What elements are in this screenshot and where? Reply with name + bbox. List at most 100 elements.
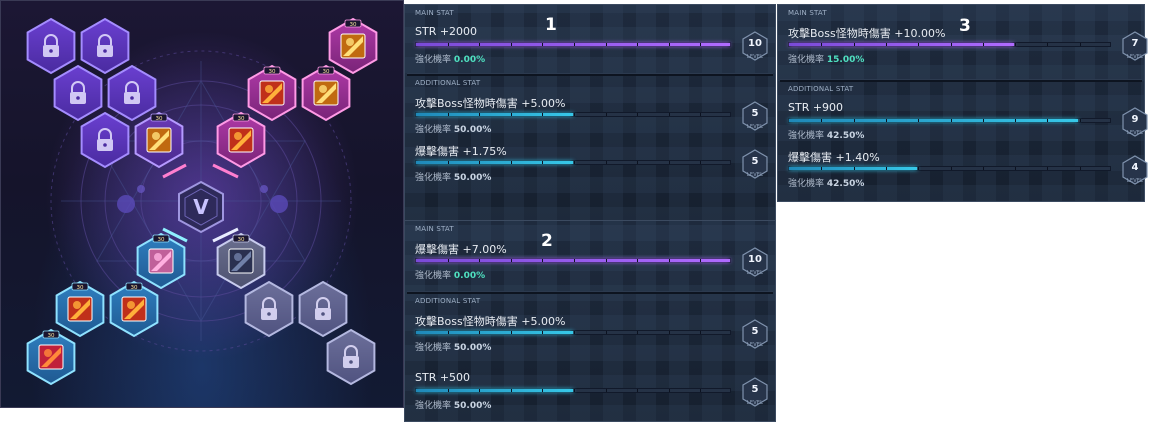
stat-row: STR +500 強化機率 50.00% 5 LEVEL [405,371,775,423]
progress-bar [788,118,1111,123]
rate-value: 42.50% [826,179,865,189]
svg-text:V: V [193,195,209,219]
level-word: LEVEL [746,172,764,178]
progress-fill [416,113,573,116]
level-indicator: 5 LEVEL [742,377,768,407]
rate-value: 50.00% [453,401,492,411]
progress-fill [416,259,730,262]
level-badge: 30 [152,234,170,243]
stat-row: 攻擊Boss怪物時傷害 +5.00% 強化機率 50.00% 5 LEVEL [405,95,775,147]
stat-row: STR +2000 強化機率 0.00% 10 LEVEL [405,25,775,77]
level-word: LEVEL [1126,54,1144,60]
additional-stat-label: ADDITIONAL STAT [415,79,481,87]
rate-label: 強化機率 [415,125,452,135]
stat-panel-2: MAIN STAT 爆擊傷害 +7.00% 強化機率 0.00% 10 LEVEL… [404,220,776,422]
rate-value: 15.00% [826,55,865,65]
rate-value: 50.00% [453,343,492,353]
skill-hex-node[interactable]: 30 [210,109,272,171]
skill-icon [146,127,172,153]
rate-label: 強化機率 [415,271,452,281]
level-number: 10 [748,38,762,49]
section-divider [780,79,1142,82]
stat-row: 爆擊傷害 +1.75% 強化機率 50.00% 5 LEVEL [405,143,775,195]
level-indicator: 4 LEVEL [1122,155,1148,185]
skill-icon [340,33,366,59]
level-badge: 30 [317,66,335,75]
stat-text: 爆擊傷害 +1.75% [415,145,507,158]
rate-value: 0.00% [453,55,486,65]
skill-icon [67,296,93,322]
level-number: 9 [1131,114,1139,125]
progress-fill [416,43,730,46]
progress-fill [789,119,1078,122]
stat-text: 攻擊Boss怪物時傷害 +5.00% [415,97,566,110]
progress-fill [789,43,1014,46]
skill-hex-node[interactable]: 30 [20,326,82,388]
progress-fill [416,389,573,392]
panel-number: 3 [959,16,971,36]
locked-hex-node[interactable] [320,326,382,388]
level-badge: 30 [125,282,143,291]
level-word: LEVEL [746,124,764,130]
stat-text: 爆擊傷害 +7.00% [415,243,507,256]
locked-hex-node[interactable] [74,109,136,171]
stat-text: 爆擊傷害 +1.40% [788,151,880,164]
rate-label: 強化機率 [788,179,825,189]
progress-bar [415,42,731,47]
hexa-matrix-board: V 30 30 30 30 30 30 30 30 30 30 [0,0,404,408]
skill-icon [228,127,254,153]
section-divider [407,291,773,294]
level-indicator: 10 LEVEL [742,247,768,277]
svg-text:30: 30 [156,116,163,122]
level-indicator: 5 LEVEL [742,149,768,179]
locked-hex-node[interactable] [238,278,300,340]
level-indicator: 5 LEVEL [742,101,768,131]
progress-fill [416,161,573,164]
progress-bar [415,112,731,117]
rate-value: 50.00% [453,173,492,183]
level-word: LEVEL [746,54,764,60]
svg-text:30: 30 [350,22,357,28]
level-word: LEVEL [1126,178,1144,184]
stat-text: STR +2000 [415,25,478,38]
progress-bar [415,160,731,165]
skill-hex-node[interactable]: 30 [128,109,190,171]
enhance-rate: 強化機率 50.00% [415,122,491,135]
enhance-rate: 強化機率 50.00% [415,340,491,353]
stat-text: STR +500 [415,371,471,384]
level-indicator: 9 LEVEL [1122,107,1148,137]
level-badge: 30 [232,234,250,243]
enhance-rate: 強化機率 0.00% [415,52,485,65]
level-badge: 30 [150,113,168,122]
stat-panel-1: MAIN STAT STR +2000 強化機率 0.00% 10 LEVEL AD… [404,4,776,224]
stat-text: 攻擊Boss怪物時傷害 +5.00% [415,315,566,328]
level-number: 7 [1131,38,1139,49]
stat-row: STR +900 強化機率 42.50% 9 LEVEL [778,101,1148,153]
stat-row: 爆擊傷害 +1.40% 強化機率 42.50% 4 LEVEL [778,149,1148,201]
progress-bar [415,388,731,393]
rate-label: 強化機率 [788,55,825,65]
progress-fill [416,331,573,334]
svg-text:30: 30 [238,116,245,122]
rate-label: 強化機率 [415,401,452,411]
svg-text:30: 30 [158,237,165,243]
level-badge: 30 [232,113,250,122]
svg-text:30: 30 [77,285,84,291]
svg-text:30: 30 [323,69,330,75]
level-badge: 30 [71,282,89,291]
stat-row: 爆擊傷害 +7.00% 強化機率 0.00% 10 LEVEL [405,241,775,293]
level-badge: 30 [42,330,60,339]
level-word: LEVEL [746,342,764,348]
additional-stat-label: ADDITIONAL STAT [415,297,481,305]
svg-text:30: 30 [238,237,245,243]
skill-icon [313,80,339,106]
rate-label: 強化機率 [415,173,452,183]
level-number: 5 [751,156,759,167]
main-stat-label: MAIN STAT [415,9,454,17]
level-badge: 30 [263,66,281,75]
skill-hex-node[interactable]: 30 [103,278,165,340]
level-word: LEVEL [1126,130,1144,136]
additional-stat-label: ADDITIONAL STAT [788,85,854,93]
skill-hex-node[interactable]: 30 [295,62,357,124]
level-indicator: 10 LEVEL [742,31,768,61]
